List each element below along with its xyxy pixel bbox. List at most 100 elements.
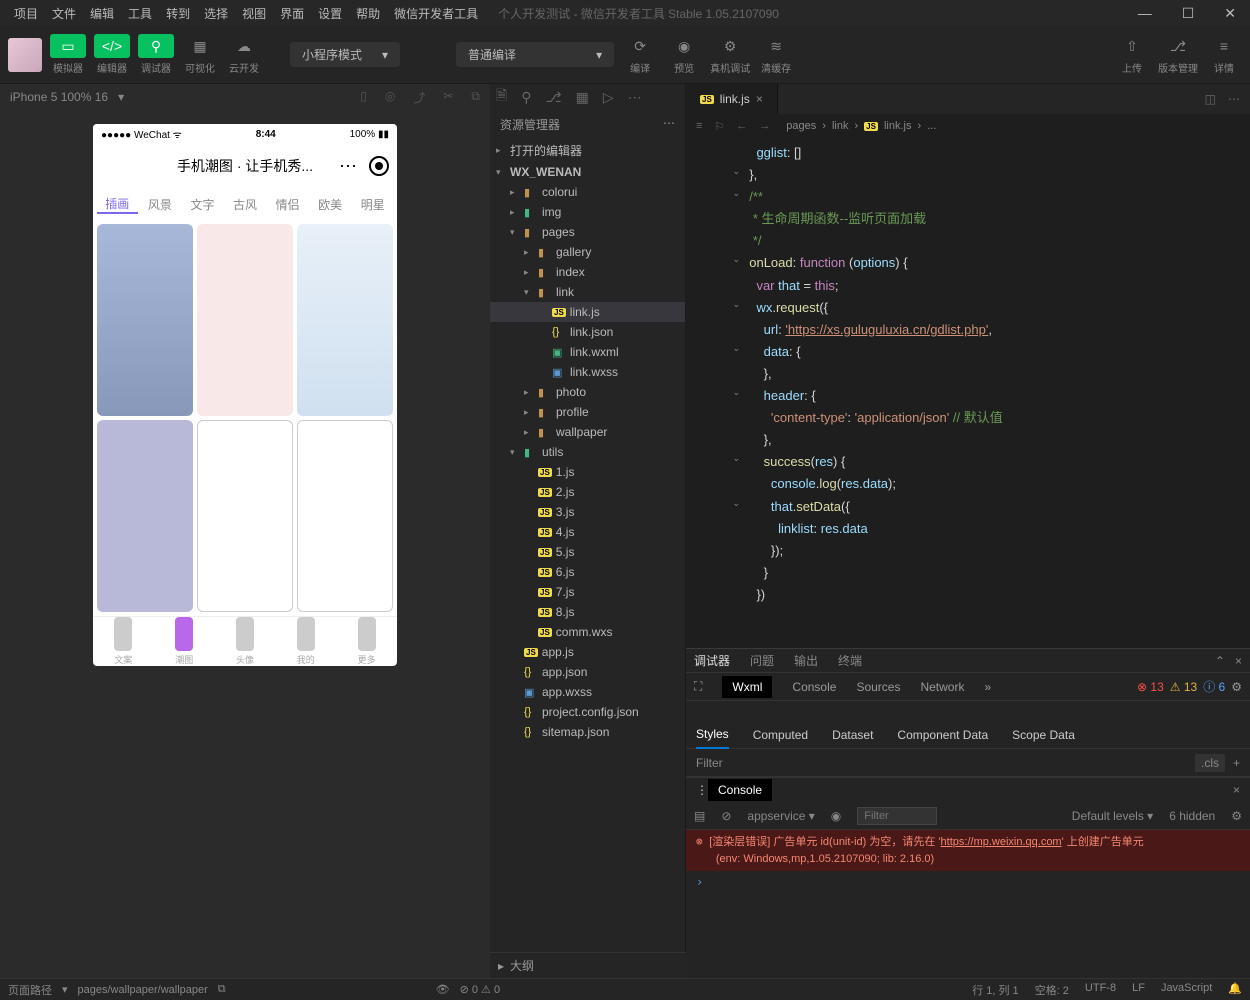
- menu-file[interactable]: 文件: [46, 1, 82, 26]
- tab-scenery[interactable]: 风景: [140, 196, 181, 213]
- outline-section[interactable]: ▸大纲: [490, 952, 686, 978]
- console-sidebar-icon[interactable]: ▤: [694, 809, 705, 823]
- menu-dots-icon[interactable]: ⋯: [339, 156, 357, 177]
- bookmark-icon[interactable]: ⚐: [714, 120, 724, 133]
- code-editor[interactable]: gglist: [] ⌄ }, ⌄ /** * 生命周期函数--监听页面加载 *…: [686, 138, 1250, 648]
- file-1js[interactable]: JS1.js: [490, 462, 685, 482]
- cls-toggle[interactable]: .cls: [1195, 754, 1225, 772]
- console-menu-icon[interactable]: ⋮: [696, 783, 708, 797]
- wallpaper-thumb[interactable]: [297, 224, 393, 416]
- minimize-icon[interactable]: —: [1132, 1, 1158, 26]
- page-path-label[interactable]: 页面路径: [8, 982, 52, 998]
- computed-tab[interactable]: Computed: [753, 728, 808, 742]
- file-project-config[interactable]: {}project.config.json: [490, 702, 685, 722]
- upload-button[interactable]: ⇧: [1114, 34, 1150, 58]
- file-app-json[interactable]: {}app.json: [490, 662, 685, 682]
- console-prompt[interactable]: ›: [686, 871, 1250, 893]
- scope-data-tab[interactable]: Scope Data: [1012, 728, 1075, 742]
- compile-dropdown[interactable]: 普通编译▾: [456, 42, 614, 67]
- tab-ancient[interactable]: 古风: [225, 196, 266, 213]
- back-icon[interactable]: ←: [736, 120, 747, 133]
- cloud-button[interactable]: ☁: [226, 34, 262, 58]
- filter-input[interactable]: Filter: [696, 756, 723, 770]
- status-stats[interactable]: ⊘ 0 ⚠ 0: [460, 983, 500, 996]
- error-link[interactable]: https://mp.weixin.qq.com: [941, 836, 1062, 848]
- folder-img[interactable]: ▸▮img: [490, 202, 685, 222]
- wallpaper-thumb[interactable]: [297, 420, 393, 612]
- eol[interactable]: LF: [1132, 982, 1145, 998]
- page-path[interactable]: pages/wallpaper/wallpaper: [78, 984, 208, 996]
- wallpaper-thumb[interactable]: [97, 420, 193, 612]
- context-dropdown[interactable]: appservice ▾: [747, 809, 814, 823]
- subtab-wxml[interactable]: Wxml: [722, 676, 772, 698]
- debugger-button[interactable]: ⚲: [138, 34, 174, 58]
- simulator-button[interactable]: ▭: [50, 34, 86, 58]
- eye-status-icon[interactable]: 👁: [436, 983, 450, 996]
- file-link-wxss[interactable]: ▣link.wxss: [490, 362, 685, 382]
- folder-gallery[interactable]: ▸▮gallery: [490, 242, 685, 262]
- menu-edit[interactable]: 编辑: [84, 1, 120, 26]
- detail-button[interactable]: ≡: [1206, 34, 1242, 58]
- file-6js[interactable]: JS6.js: [490, 562, 685, 582]
- device-label[interactable]: iPhone 5 100% 16: [10, 90, 108, 104]
- capsule-button[interactable]: [369, 156, 389, 176]
- folder-colorui[interactable]: ▸▮colorui: [490, 182, 685, 202]
- error-count[interactable]: ⊗ 13: [1137, 680, 1164, 694]
- record-icon[interactable]: ◎: [385, 89, 395, 106]
- ext-icon[interactable]: ▦: [576, 89, 589, 106]
- share-icon[interactable]: ⤴: [413, 89, 425, 106]
- tab-star[interactable]: 明星: [352, 196, 393, 213]
- warning-count[interactable]: ⚠ 13: [1170, 680, 1197, 694]
- forward-icon[interactable]: →: [759, 120, 770, 133]
- folder-index[interactable]: ▸▮index: [490, 262, 685, 282]
- explorer-more-icon[interactable]: ⋯: [663, 116, 675, 133]
- folder-link[interactable]: ▾▮link: [490, 282, 685, 302]
- inspect-icon[interactable]: ⛶: [694, 679, 702, 694]
- file-link-wxml[interactable]: ▣link.wxml: [490, 342, 685, 362]
- wallpaper-thumb[interactable]: [197, 224, 293, 416]
- menu-select[interactable]: 选择: [198, 1, 234, 26]
- tab-debugger[interactable]: 调试器: [694, 652, 730, 669]
- folder-photo[interactable]: ▸▮photo: [490, 382, 685, 402]
- file-link-js[interactable]: JSlink.js: [490, 302, 685, 322]
- editor-button[interactable]: </>: [94, 34, 130, 58]
- more-icon[interactable]: ⋯: [628, 89, 642, 106]
- files-icon[interactable]: 🗎: [496, 85, 507, 109]
- file-5js[interactable]: JS5.js: [490, 542, 685, 562]
- avatar[interactable]: [8, 38, 42, 72]
- nav-wallpaper[interactable]: 潮图: [154, 617, 215, 666]
- menu-ui[interactable]: 界面: [274, 1, 310, 26]
- file-sitemap[interactable]: {}sitemap.json: [490, 722, 685, 742]
- git-icon[interactable]: ⎇: [546, 89, 562, 106]
- folder-profile[interactable]: ▸▮profile: [490, 402, 685, 422]
- wallpaper-thumb[interactable]: [197, 420, 293, 612]
- levels-dropdown[interactable]: Default levels ▾: [1072, 809, 1153, 823]
- menu-tools[interactable]: 工具: [122, 1, 158, 26]
- console-gear-icon[interactable]: ⚙: [1231, 809, 1242, 823]
- info-count[interactable]: ⓘ 6: [1203, 678, 1225, 695]
- search-icon[interactable]: ⚲: [521, 89, 531, 106]
- devtools-close-icon[interactable]: ×: [1235, 654, 1242, 668]
- tab-terminal[interactable]: 终端: [838, 652, 862, 669]
- tab-text[interactable]: 文字: [182, 196, 223, 213]
- compile-button[interactable]: ⟳: [622, 34, 658, 58]
- file-comm-wxs[interactable]: JScomm.wxs: [490, 622, 685, 642]
- add-style-icon[interactable]: +: [1233, 756, 1240, 770]
- split-icon[interactable]: ◫: [1205, 92, 1216, 106]
- styles-tab[interactable]: Styles: [696, 721, 729, 749]
- cut-icon[interactable]: ✂: [443, 89, 453, 106]
- file-link-json[interactable]: {}link.json: [490, 322, 685, 342]
- folder-wallpaper[interactable]: ▸▮wallpaper: [490, 422, 685, 442]
- subtab-more[interactable]: »: [984, 680, 991, 694]
- bell-icon[interactable]: 🔔: [1228, 982, 1242, 998]
- nav-wenan[interactable]: 文案: [93, 617, 154, 666]
- version-button[interactable]: ⎇: [1160, 34, 1196, 58]
- encoding[interactable]: UTF-8: [1085, 982, 1116, 998]
- file-7js[interactable]: JS7.js: [490, 582, 685, 602]
- chevron-up-icon[interactable]: ⌃: [1215, 654, 1225, 668]
- file-4js[interactable]: JS4.js: [490, 522, 685, 542]
- tab-western[interactable]: 欧美: [310, 196, 351, 213]
- phone-icon[interactable]: ▯: [360, 89, 367, 106]
- project-root[interactable]: ▾WX_WENAN: [490, 162, 685, 182]
- gear-icon[interactable]: ⚙: [1231, 680, 1242, 694]
